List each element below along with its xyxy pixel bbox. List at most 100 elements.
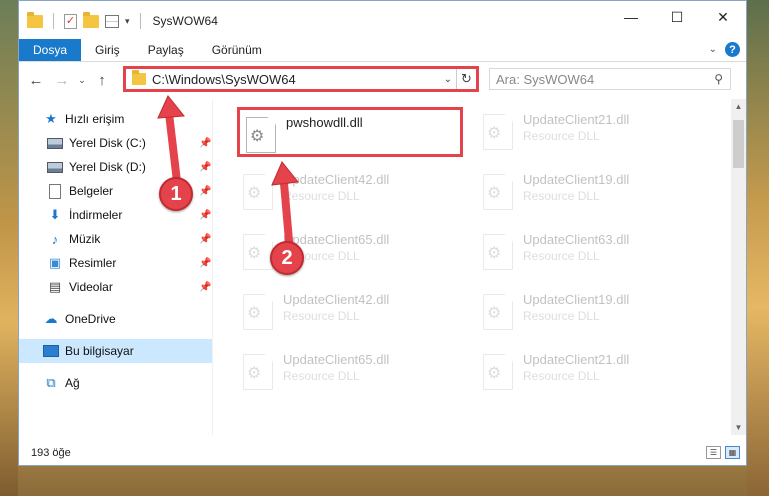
- file-item[interactable]: ⚙ UpdateClient21.dll Resource DLL: [477, 107, 703, 157]
- file-item[interactable]: ⚙ UpdateClient65.dll Resource DLL: [237, 347, 463, 397]
- file-item[interactable]: ⚙ UpdateClient63.dll Resource DLL: [477, 227, 703, 277]
- help-icon[interactable]: ?: [725, 42, 740, 57]
- file-type: Resource DLL: [283, 309, 360, 323]
- pin-icon[interactable]: 📌: [199, 258, 211, 269]
- sidebar-item-pictures[interactable]: ▣ Resimler 📌: [19, 251, 212, 275]
- sidebar-item-label: Hızlı erişim: [65, 112, 125, 126]
- documents-icon: [47, 183, 63, 199]
- forward-arrow-icon[interactable]: →: [49, 72, 75, 89]
- sidebar-item-network[interactable]: ⧉ Ağ: [19, 371, 212, 395]
- star-icon: ★: [45, 111, 57, 126]
- pin-icon[interactable]: 📌: [199, 234, 211, 245]
- recent-locations-chevron-icon[interactable]: ⌄: [75, 75, 89, 86]
- file-name: UpdateClient65.dll: [283, 232, 390, 247]
- pin-icon[interactable]: 📌: [199, 186, 211, 197]
- pin-icon[interactable]: 📌: [199, 282, 211, 293]
- file-name: UpdateClient65.dll: [283, 352, 390, 367]
- file-item[interactable]: ⚙ UpdateClient42.dll Resource DLL: [237, 167, 463, 217]
- sidebar-item-label: Videolar: [69, 280, 113, 294]
- sidebar-item-this-pc[interactable]: Bu bilgisayar: [19, 339, 212, 363]
- view-toggle: ☰ ▦: [706, 446, 740, 459]
- back-arrow-icon[interactable]: ←: [23, 72, 49, 89]
- scroll-down-arrow-icon[interactable]: ▼: [731, 420, 746, 435]
- sidebar-item-label: Belgeler: [69, 184, 114, 198]
- new-folder-icon[interactable]: [83, 11, 99, 28]
- file-type: Resource DLL: [283, 189, 360, 203]
- dll-file-icon: ⚙: [483, 354, 513, 390]
- minimize-button[interactable]: —: [608, 1, 654, 33]
- sidebar-item-onedrive[interactable]: ☁ OneDrive: [19, 307, 212, 331]
- sidebar-item-local-disk-c[interactable]: Yerel Disk (C:) 📌: [19, 131, 212, 155]
- tab-gorunum[interactable]: Görünüm: [198, 39, 276, 61]
- file-item[interactable]: ⚙ UpdateClient19.dll Resource DLL: [477, 287, 703, 337]
- sidebar-item-label: Yerel Disk (D:): [69, 160, 146, 174]
- file-name: UpdateClient19.dll: [523, 292, 630, 307]
- sidebar-item-label: Yerel Disk (C:): [69, 136, 146, 150]
- address-row: ← → ⌄ ↑ C:\Windows\SysWOW64 ⌄ ↻ Ara: Sys…: [19, 63, 746, 97]
- pin-icon[interactable]: 📌: [199, 138, 211, 149]
- quick-access-toolbar: ✓ ▾ SysWOW64: [19, 11, 218, 29]
- file-type: Resource DLL: [283, 369, 360, 383]
- file-item-pwshowdll[interactable]: ⚙ pwshowdll.dll: [237, 107, 463, 157]
- customize-toolbar-arrow-icon[interactable]: ▾: [125, 16, 130, 27]
- file-name: UpdateClient19.dll: [523, 172, 630, 187]
- dll-file-icon: ⚙: [483, 114, 513, 150]
- drive-icon: [47, 160, 63, 174]
- vertical-scrollbar[interactable]: ▲ ▼: [731, 99, 746, 435]
- file-item[interactable]: ⚙ UpdateClient19.dll Resource DLL: [477, 167, 703, 217]
- file-item[interactable]: ⚙ UpdateClient42.dll Resource DLL: [237, 287, 463, 337]
- file-name: UpdateClient42.dll: [283, 292, 390, 307]
- sidebar-item-label: İndirmeler: [69, 208, 123, 222]
- file-explorer-window: ✓ ▾ SysWOW64 — ☐ ✕ Dosya Giriş Paylaş Gö…: [18, 0, 747, 466]
- sidebar-item-local-disk-d[interactable]: Yerel Disk (D:) 📌: [19, 155, 212, 179]
- large-icons-view-icon[interactable]: ▦: [725, 446, 740, 459]
- downloads-icon: ⬇: [49, 207, 61, 222]
- title-bar: ✓ ▾ SysWOW64 — ☐ ✕: [19, 1, 746, 41]
- up-arrow-icon[interactable]: ↑: [89, 72, 115, 89]
- sidebar-item-label: Ağ: [65, 376, 80, 390]
- pin-icon[interactable]: 📌: [199, 210, 211, 221]
- step-marker-1: 1: [159, 177, 193, 211]
- sidebar-item-label: Resimler: [69, 256, 117, 270]
- address-bar[interactable]: C:\Windows\SysWOW64 ⌄ ↻: [123, 66, 479, 92]
- computer-icon: [43, 344, 59, 358]
- refresh-icon[interactable]: ↻: [456, 69, 476, 89]
- sidebar-item-videos[interactable]: ▤ Videolar 📌: [19, 275, 212, 299]
- window-controls: — ☐ ✕: [608, 1, 746, 33]
- scroll-up-arrow-icon[interactable]: ▲: [731, 99, 746, 114]
- expand-ribbon-chevron-icon[interactable]: ⌄: [709, 44, 717, 55]
- details-view-icon[interactable]: ☰: [706, 446, 721, 459]
- sidebar-item-label: Müzik: [69, 232, 101, 246]
- dll-file-icon: ⚙: [483, 234, 513, 270]
- file-name: UpdateClient21.dll: [523, 112, 630, 127]
- sidebar-item-music[interactable]: ♪ Müzik 📌: [19, 227, 212, 251]
- scroll-thumb[interactable]: [733, 120, 744, 168]
- network-icon: ⧉: [46, 375, 56, 390]
- close-button[interactable]: ✕: [700, 1, 746, 33]
- file-type: Resource DLL: [523, 189, 600, 203]
- maximize-button[interactable]: ☐: [654, 1, 700, 33]
- pin-icon[interactable]: 📌: [199, 162, 211, 173]
- onedrive-icon: ☁: [44, 311, 58, 326]
- file-type: Resource DLL: [523, 369, 600, 383]
- search-input[interactable]: Ara: SysWOW64 ⚲: [489, 68, 731, 90]
- tab-paylas[interactable]: Paylaş: [134, 39, 198, 61]
- status-bar: 193 öğe ☰ ▦: [19, 441, 746, 465]
- folder-icon: [132, 70, 146, 85]
- properties-icon[interactable]: [105, 14, 119, 28]
- ribbon-right-controls: ⌄ ?: [709, 42, 740, 57]
- tab-dosya[interactable]: Dosya: [19, 39, 82, 61]
- address-dropdown-chevron-icon[interactable]: ⌄: [440, 74, 456, 85]
- file-item[interactable]: ⚙ UpdateClient21.dll Resource DLL: [477, 347, 703, 397]
- dll-file-icon: ⚙: [483, 294, 513, 330]
- explorer-body: ★ Hızlı erişim Yerel Disk (C:) 📌 Yerel D…: [19, 99, 746, 435]
- properties-check-icon[interactable]: ✓: [64, 13, 77, 29]
- sidebar-item-quick-access[interactable]: ★ Hızlı erişim: [19, 107, 212, 131]
- folder-icon: [27, 11, 43, 28]
- divider: [53, 13, 54, 29]
- pictures-icon: ▣: [48, 255, 62, 270]
- address-path[interactable]: C:\Windows\SysWOW64: [152, 72, 440, 87]
- tab-giris[interactable]: Giriş: [81, 39, 134, 61]
- file-name: UpdateClient63.dll: [523, 232, 630, 247]
- file-type: Resource DLL: [523, 129, 600, 143]
